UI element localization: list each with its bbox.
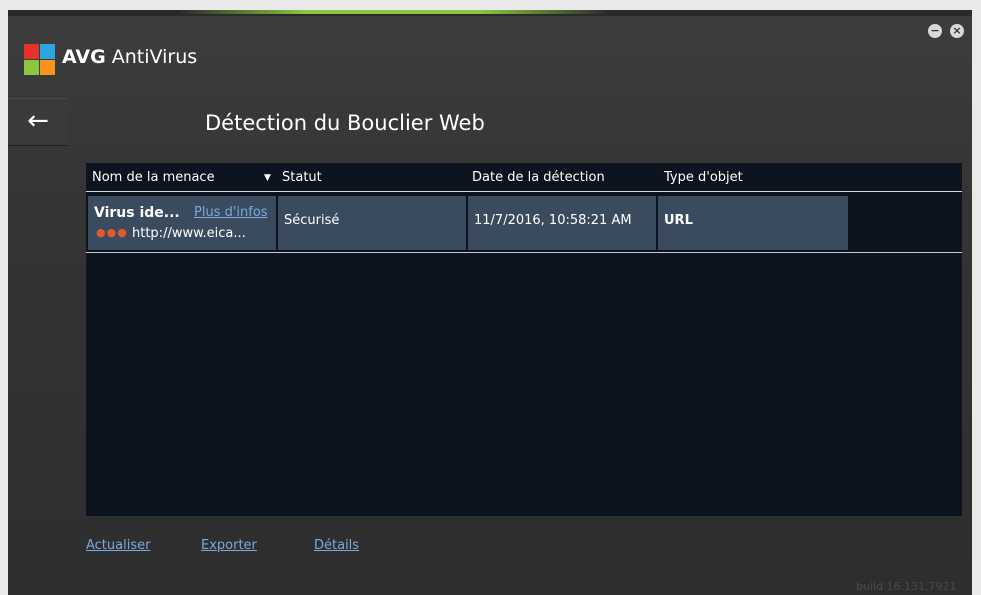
close-button[interactable]: ×: [950, 24, 964, 38]
export-link[interactable]: Exporter: [201, 538, 257, 553]
build-version: build 16.131.7921: [856, 580, 957, 593]
detection-table: Nom de la menace ▼ Statut Date de la dét…: [86, 163, 962, 516]
back-arrow-icon: ←: [27, 106, 49, 136]
minimize-button[interactable]: −: [928, 24, 942, 38]
threat-url: http://www.eica...: [132, 226, 246, 241]
column-header-threat[interactable]: Nom de la menace: [92, 170, 215, 185]
severity-dots-icon: ●●●: [96, 226, 128, 239]
cell-date: 11/7/2016, 10:58:21 AM: [468, 196, 656, 250]
status-value: Sécurisé: [284, 213, 340, 228]
accent-line: [178, 10, 608, 14]
column-header-date[interactable]: Date de la détection: [472, 170, 605, 185]
type-value: URL: [664, 213, 693, 228]
avg-logo-icon: [24, 44, 56, 76]
table-header: Nom de la menace ▼ Statut Date de la dét…: [86, 163, 962, 192]
date-value: 11/7/2016, 10:58:21 AM: [474, 213, 632, 228]
title-bar-strip: [8, 10, 972, 16]
refresh-link[interactable]: Actualiser: [86, 538, 150, 553]
cell-status: Sécurisé: [278, 196, 466, 250]
cell-type: URL: [658, 196, 848, 250]
brand-product: AntiVirus: [105, 46, 198, 68]
details-link[interactable]: Détails: [314, 538, 359, 553]
page-title: Détection du Bouclier Web: [205, 111, 485, 135]
app-window: − × AVG AntiVirus ← Détection du Bouclie…: [8, 10, 972, 595]
column-header-type[interactable]: Type d'objet: [664, 170, 743, 185]
app-brand: AVG AntiVirus: [62, 46, 197, 68]
cell-threat: Virus ide... Plus d'infos ●●● http://www…: [88, 196, 276, 250]
threat-name: Virus ide...: [94, 205, 180, 221]
sort-down-icon[interactable]: ▼: [264, 173, 271, 183]
back-button[interactable]: ←: [8, 98, 68, 146]
brand-avg: AVG: [62, 46, 106, 68]
more-info-link[interactable]: Plus d'infos: [194, 205, 268, 220]
column-header-status[interactable]: Statut: [282, 170, 322, 185]
table-row[interactable]: Virus ide... Plus d'infos ●●● http://www…: [86, 194, 962, 253]
